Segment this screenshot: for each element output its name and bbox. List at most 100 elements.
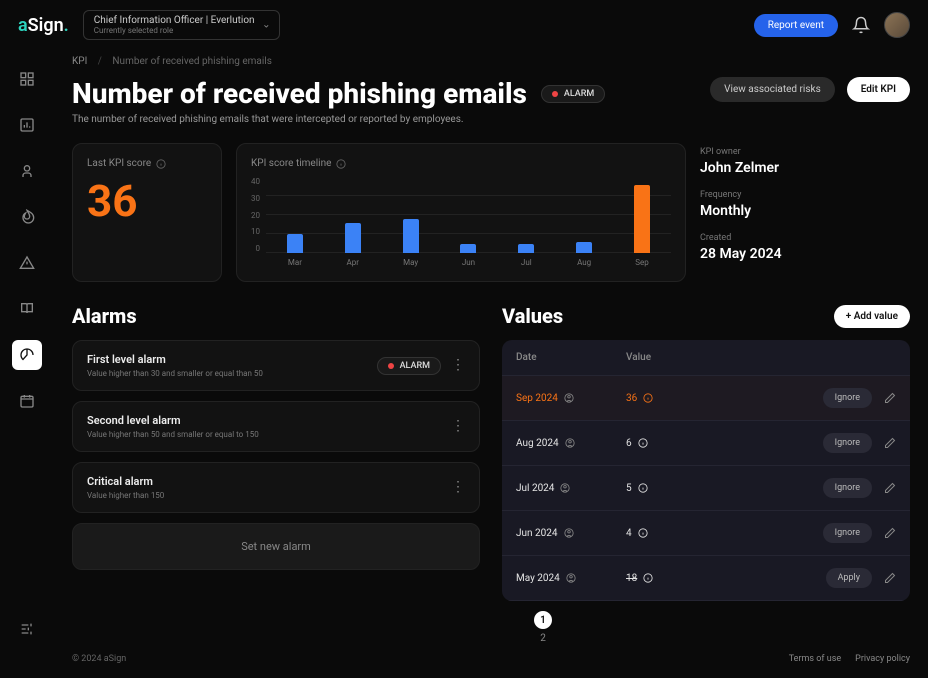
chart-icon[interactable]: [12, 110, 42, 140]
logo: aSign.: [18, 15, 69, 36]
bar-Jun[interactable]: [460, 244, 476, 254]
terms-link[interactable]: Terms of use: [789, 654, 841, 664]
user-circle-icon: [564, 393, 574, 403]
add-value-button[interactable]: + Add value: [834, 305, 910, 328]
pencil-icon[interactable]: [884, 527, 896, 539]
alarm-active-badge: ALARM: [377, 357, 441, 375]
alarm-dot-icon: [552, 91, 558, 97]
pencil-icon[interactable]: [884, 437, 896, 449]
info-icon[interactable]: [638, 438, 648, 448]
book-icon[interactable]: [12, 294, 42, 324]
crumb-kpi[interactable]: KPI: [72, 56, 87, 67]
col-date: Date: [516, 352, 626, 363]
alarm-dot-icon: [388, 363, 394, 369]
last-score-label: Last KPI score: [87, 158, 207, 169]
bar-Aug[interactable]: [576, 242, 592, 253]
info-icon[interactable]: [638, 528, 648, 538]
kebab-icon[interactable]: ⋮: [451, 363, 465, 369]
sidebar: [0, 50, 54, 644]
user-circle-icon: [566, 573, 576, 583]
value-action-button[interactable]: Ignore: [823, 478, 872, 498]
last-score-value: 36: [87, 175, 207, 227]
breadcrumb: KPI / Number of received phishing emails: [72, 50, 910, 77]
info-icon[interactable]: [643, 573, 653, 583]
alarm-name: Critical alarm: [87, 475, 441, 488]
bar-label: Jun: [462, 258, 475, 267]
col-value: Value: [626, 352, 696, 363]
role-selector[interactable]: Chief Information Officer | Everlution C…: [83, 10, 280, 40]
value-action-button[interactable]: Apply: [826, 568, 872, 588]
page-1[interactable]: 1: [534, 611, 552, 629]
crumb-current: Number of received phishing emails: [112, 56, 271, 67]
bar-label: Mar: [288, 258, 302, 267]
last-score-card: Last KPI score 36: [72, 143, 222, 282]
avatar[interactable]: [884, 12, 910, 38]
values-table: Date Value Sep 202436IgnoreAug 20246Igno…: [502, 340, 910, 601]
grid-icon[interactable]: [12, 64, 42, 94]
info-icon[interactable]: [336, 159, 346, 169]
value-number: 36: [626, 393, 696, 404]
page-subtitle: The number of received phishing emails t…: [72, 114, 698, 125]
page-2[interactable]: 2: [534, 629, 552, 644]
value-date: Aug 2024: [516, 438, 626, 449]
alarm-card: First level alarmValue higher than 30 an…: [72, 340, 480, 391]
user-icon[interactable]: [12, 156, 42, 186]
alarm-card: Critical alarm Value higher than 150 ⋮: [72, 462, 480, 513]
calendar-icon[interactable]: [12, 386, 42, 416]
y-axis: 403020100: [251, 177, 260, 267]
value-action-button[interactable]: Ignore: [823, 433, 872, 453]
alarm-desc: Value higher than 150: [87, 491, 441, 500]
value-row: Jun 20244Ignore: [502, 511, 910, 556]
gauge-icon[interactable]: [12, 340, 42, 370]
info-icon[interactable]: [156, 159, 166, 169]
view-risks-button[interactable]: View associated risks: [710, 77, 835, 102]
bar-Apr[interactable]: [345, 223, 361, 253]
alarms-title: Alarms: [72, 304, 137, 328]
value-date: Jun 2024: [516, 528, 626, 539]
flame-icon[interactable]: [12, 202, 42, 232]
frequency-value: Monthly: [700, 203, 910, 219]
kpi-meta: KPI owner John Zelmer Frequency Monthly …: [700, 143, 910, 282]
privacy-link[interactable]: Privacy policy: [855, 654, 910, 664]
edit-kpi-button[interactable]: Edit KPI: [847, 77, 910, 102]
owner-label: KPI owner: [700, 147, 910, 157]
bar-label: Sep: [635, 258, 648, 267]
created-label: Created: [700, 233, 910, 243]
value-date: May 2024: [516, 573, 626, 584]
set-new-alarm-button[interactable]: Set new alarm: [72, 523, 480, 570]
value-action-button[interactable]: Ignore: [823, 388, 872, 408]
info-icon[interactable]: [643, 393, 653, 403]
kebab-icon[interactable]: ⋮: [451, 424, 465, 430]
alert-icon[interactable]: [12, 248, 42, 278]
crumb-sep: /: [98, 56, 102, 67]
page-title: Number of received phishing emails: [72, 77, 527, 110]
values-section: Values + Add value Date Value Sep 202436…: [502, 304, 910, 644]
value-row: Jul 20245Ignore: [502, 466, 910, 511]
alarm-name: Second level alarm: [87, 414, 441, 427]
value-number: 18: [626, 573, 696, 584]
value-row: May 202418 Apply: [502, 556, 910, 601]
bar-chart: 403020100 MarAprMayJunJulAugSep: [251, 177, 671, 267]
value-date: Jul 2024: [516, 483, 626, 494]
bar-Mar[interactable]: [287, 234, 303, 253]
info-icon[interactable]: [638, 483, 648, 493]
bell-icon[interactable]: [852, 16, 870, 34]
kebab-icon[interactable]: ⋮: [451, 485, 465, 491]
frequency-label: Frequency: [700, 190, 910, 200]
value-row: Sep 202436Ignore: [502, 376, 910, 421]
bar-Sep[interactable]: [634, 185, 650, 253]
user-circle-icon: [564, 528, 574, 538]
pencil-icon[interactable]: [884, 482, 896, 494]
pencil-icon[interactable]: [884, 392, 896, 404]
value-action-button[interactable]: Ignore: [823, 523, 872, 543]
user-circle-icon: [560, 483, 570, 493]
logo-accent: a: [18, 15, 28, 36]
chevron-down-icon: ⌄: [262, 20, 270, 31]
bar-Jul[interactable]: [518, 244, 534, 254]
settings-icon[interactable]: [12, 614, 42, 644]
report-event-button[interactable]: Report event: [754, 14, 838, 37]
pagination: ‹ 1234...10 ›: [502, 601, 910, 644]
owner-value: John Zelmer: [700, 160, 910, 176]
pencil-icon[interactable]: [884, 572, 896, 584]
bar-May[interactable]: [403, 219, 419, 253]
